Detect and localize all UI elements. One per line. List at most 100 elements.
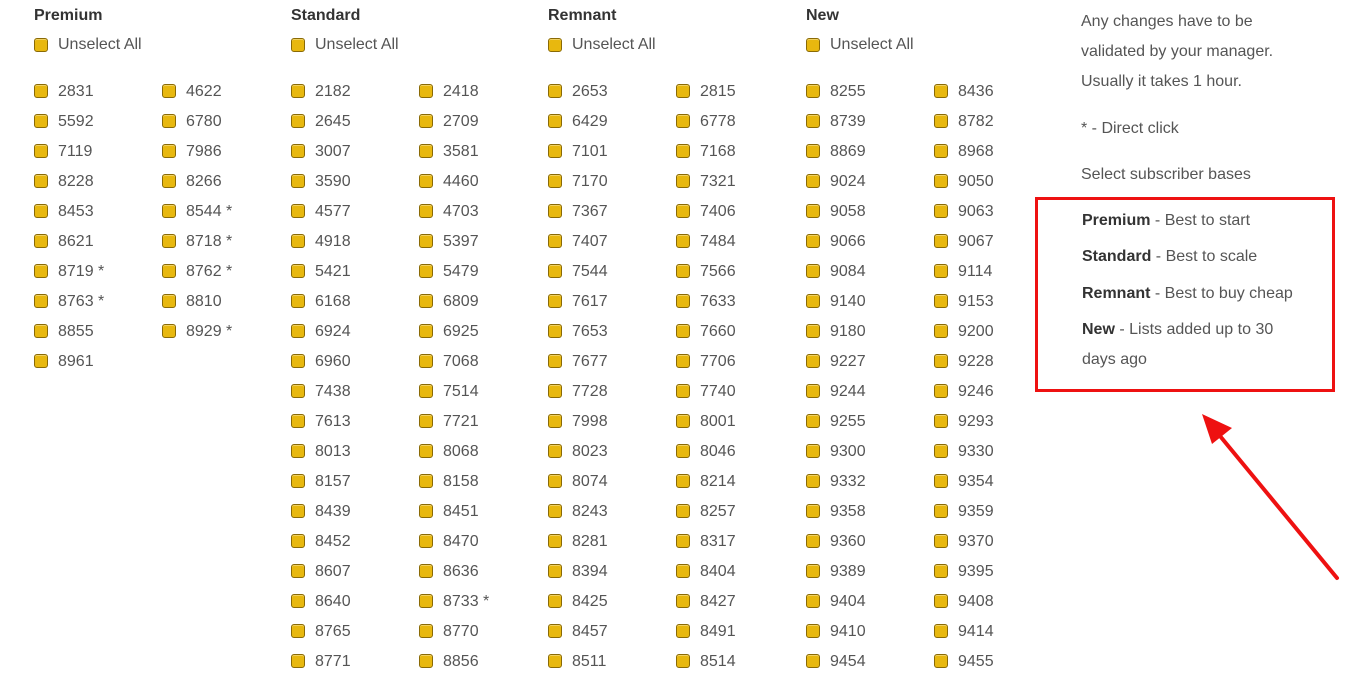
base-checkbox[interactable] (419, 294, 433, 308)
base-option[interactable]: 7514 (419, 380, 544, 410)
unselect-all-label[interactable]: Unselect All (830, 35, 914, 55)
base-option[interactable]: 7119 (34, 140, 159, 170)
base-option[interactable]: 8762 * (162, 260, 287, 290)
base-id-label[interactable]: 6809 (443, 292, 479, 312)
base-checkbox[interactable] (291, 294, 305, 308)
base-id-label[interactable]: 8968 (958, 142, 994, 162)
base-option[interactable]: 8404 (676, 560, 801, 590)
base-option[interactable]: 7660 (676, 320, 801, 350)
base-option[interactable]: 7407 (548, 230, 673, 260)
base-id-label[interactable]: 7101 (572, 142, 608, 162)
base-id-label[interactable]: 8856 (443, 652, 479, 672)
base-option[interactable]: 2709 (419, 110, 544, 140)
base-checkbox[interactable] (676, 504, 690, 518)
base-checkbox[interactable] (34, 264, 48, 278)
base-option[interactable]: 8451 (419, 500, 544, 530)
base-checkbox[interactable] (291, 84, 305, 98)
base-option[interactable]: 8739 (806, 110, 931, 140)
base-id-label[interactable]: 8869 (830, 142, 866, 162)
base-id-label[interactable]: 6429 (572, 112, 608, 132)
base-option[interactable]: 8968 (934, 140, 1059, 170)
base-checkbox[interactable] (419, 474, 433, 488)
base-checkbox[interactable] (806, 294, 820, 308)
base-checkbox[interactable] (419, 444, 433, 458)
base-option[interactable]: 9330 (934, 440, 1059, 470)
base-option[interactable]: 8810 (162, 290, 287, 320)
base-option[interactable]: 9454 (806, 650, 931, 680)
base-option[interactable]: 2831 (34, 80, 159, 110)
base-checkbox[interactable] (162, 204, 176, 218)
base-id-label[interactable]: 8961 (58, 352, 94, 372)
base-id-label[interactable]: 7119 (58, 142, 92, 162)
base-option[interactable]: 7721 (419, 410, 544, 440)
base-option[interactable]: 8266 (162, 170, 287, 200)
base-checkbox[interactable] (676, 534, 690, 548)
base-option[interactable]: 4460 (419, 170, 544, 200)
base-checkbox[interactable] (806, 474, 820, 488)
base-checkbox[interactable] (806, 654, 820, 668)
base-id-label[interactable]: 8763 * (58, 292, 104, 312)
base-checkbox[interactable] (548, 594, 562, 608)
base-checkbox[interactable] (291, 354, 305, 368)
base-option[interactable]: 9408 (934, 590, 1059, 620)
base-id-label[interactable]: 9228 (958, 352, 994, 372)
base-option[interactable]: 8869 (806, 140, 931, 170)
base-checkbox[interactable] (806, 234, 820, 248)
base-option[interactable]: 9050 (934, 170, 1059, 200)
base-id-label[interactable]: 8514 (700, 652, 736, 672)
base-id-label[interactable]: 8074 (572, 472, 608, 492)
base-option[interactable]: 7617 (548, 290, 673, 320)
unselect-all-checkbox[interactable] (548, 38, 562, 52)
base-checkbox[interactable] (934, 234, 948, 248)
base-id-label[interactable]: 8855 (58, 322, 94, 342)
base-id-label[interactable]: 9454 (830, 652, 866, 672)
base-checkbox[interactable] (806, 594, 820, 608)
base-checkbox[interactable] (806, 144, 820, 158)
base-checkbox[interactable] (548, 174, 562, 188)
base-id-label[interactable]: 7998 (572, 412, 608, 432)
base-option[interactable]: 8281 (548, 530, 673, 560)
base-checkbox[interactable] (162, 114, 176, 128)
base-id-label[interactable]: 7170 (572, 172, 608, 192)
base-option[interactable]: 8514 (676, 650, 801, 680)
base-option[interactable]: 8023 (548, 440, 673, 470)
base-id-label[interactable]: 7660 (700, 322, 736, 342)
base-checkbox[interactable] (676, 564, 690, 578)
base-id-label[interactable]: 8719 * (58, 262, 104, 282)
base-checkbox[interactable] (806, 624, 820, 638)
base-id-label[interactable]: 4703 (443, 202, 479, 222)
base-checkbox[interactable] (291, 654, 305, 668)
base-id-label[interactable]: 8001 (700, 412, 736, 432)
base-option[interactable]: 9293 (934, 410, 1059, 440)
base-option[interactable]: 9255 (806, 410, 931, 440)
base-option[interactable]: 8046 (676, 440, 801, 470)
base-id-label[interactable]: 9058 (830, 202, 866, 222)
base-id-label[interactable]: 9293 (958, 412, 994, 432)
base-checkbox[interactable] (419, 174, 433, 188)
base-checkbox[interactable] (934, 294, 948, 308)
base-checkbox[interactable] (291, 144, 305, 158)
base-option[interactable]: 7706 (676, 350, 801, 380)
base-option[interactable]: 8317 (676, 530, 801, 560)
base-id-label[interactable]: 7740 (700, 382, 736, 402)
base-checkbox[interactable] (34, 294, 48, 308)
base-option[interactable]: 7168 (676, 140, 801, 170)
base-option[interactable]: 6924 (291, 320, 416, 350)
base-checkbox[interactable] (548, 324, 562, 338)
base-id-label[interactable]: 9255 (830, 412, 866, 432)
base-id-label[interactable]: 4577 (315, 202, 351, 222)
base-option[interactable]: 8457 (548, 620, 673, 650)
base-id-label[interactable]: 9370 (958, 532, 994, 552)
base-checkbox[interactable] (548, 294, 562, 308)
base-checkbox[interactable] (676, 414, 690, 428)
base-option[interactable]: 2815 (676, 80, 801, 110)
base-id-label[interactable]: 9180 (830, 322, 866, 342)
base-option[interactable]: 5592 (34, 110, 159, 140)
base-id-label[interactable]: 8046 (700, 442, 736, 462)
base-option[interactable]: 8255 (806, 80, 931, 110)
base-id-label[interactable]: 7677 (572, 352, 608, 372)
base-checkbox[interactable] (419, 144, 433, 158)
base-option[interactable]: 9410 (806, 620, 931, 650)
base-checkbox[interactable] (548, 504, 562, 518)
base-checkbox[interactable] (676, 624, 690, 638)
